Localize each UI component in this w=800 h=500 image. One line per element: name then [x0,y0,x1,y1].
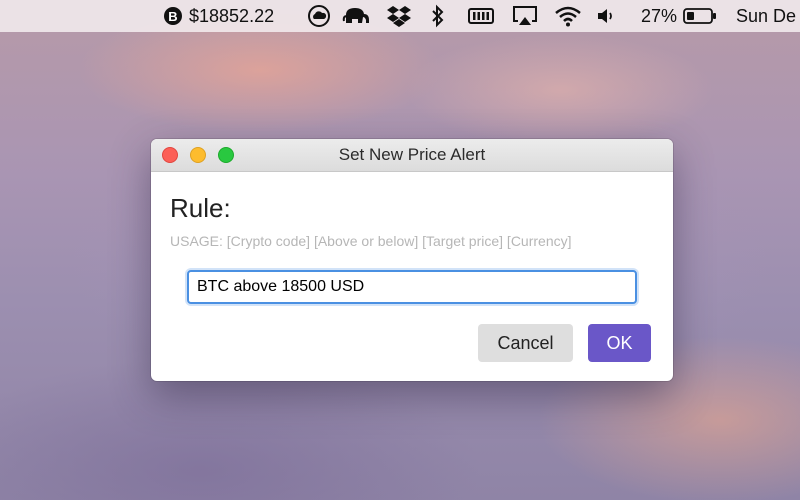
cloud-icon[interactable] [307,0,331,32]
airplay-icon[interactable] [512,0,538,32]
volume-icon[interactable] [596,0,618,32]
rule-input[interactable] [187,270,637,304]
bitcoin-price-item[interactable]: B $18852.22 [164,0,274,32]
memory-icon[interactable] [468,0,494,32]
price-alert-dialog: Set New Price Alert Rule: USAGE: [Crypto… [151,139,673,381]
bitcoin-price: $18852.22 [189,5,275,26]
dialog-title: Set New Price Alert [338,145,486,164]
battery-percent: 27% [641,5,678,26]
battery-status[interactable]: 27% [641,0,717,32]
bluetooth-icon[interactable] [430,0,446,32]
ok-button[interactable]: OK [588,324,651,362]
wifi-icon[interactable] [554,0,582,32]
menu-bar: B $18852.22 27% Sun De [0,0,800,32]
rule-label: Rule: [170,193,231,223]
battery-icon [683,7,717,25]
title-bar[interactable]: Set New Price Alert [151,139,673,172]
clock[interactable]: Sun De [736,0,796,32]
clock-text: Sun De [736,5,797,26]
usage-hint: USAGE: [Crypto code] [Above or below] [T… [170,233,572,249]
bitcoin-icon: B [164,7,182,25]
dropbox-icon[interactable] [386,0,412,32]
cancel-button[interactable]: Cancel [478,324,573,362]
elephant-icon[interactable] [342,0,372,32]
